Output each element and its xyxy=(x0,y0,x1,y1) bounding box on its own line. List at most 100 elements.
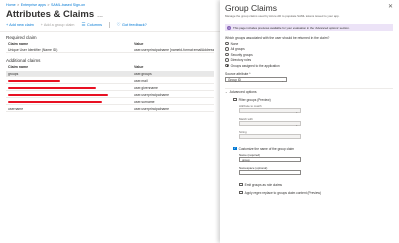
breadcrumb-separator: > xyxy=(17,3,20,7)
chevron-down-icon: ⌄ xyxy=(295,122,298,127)
redacted-claim-name xyxy=(8,86,96,90)
column-header-value: Value xyxy=(134,42,144,46)
radio-circle xyxy=(225,52,229,57)
source-attribute-label: Source attribute * xyxy=(225,72,251,76)
preview-banner-text: This page includes previews available fo… xyxy=(233,25,350,30)
column-header-claim-name: Claim name xyxy=(8,42,29,46)
group-claims-panel: Group Claims ✕ Manage the group claims u… xyxy=(220,0,399,243)
breadcrumb-home[interactable]: Home xyxy=(6,3,16,7)
radio-all-groups[interactable]: All groups xyxy=(225,47,245,52)
radio-circle xyxy=(225,41,229,46)
radio-label: Groups assigned to the application xyxy=(230,63,280,68)
checkbox-label: Customize the name of the group claim xyxy=(238,146,295,151)
claim-value: user.userprincipalname xyxy=(134,93,170,97)
namespace-input[interactable] xyxy=(239,170,301,175)
claim-name: username xyxy=(8,107,24,111)
checkbox-box xyxy=(239,182,243,187)
emit-role-claims-checkbox[interactable]: Emit groups as role claims xyxy=(239,182,282,187)
checkbox-checked: ✓ xyxy=(233,146,237,151)
attributes-claims-page: Home > Enterprise apps > SAML-based Sign-on … xyxy=(0,0,220,243)
add-group-claim-label: + Add a group claim xyxy=(40,23,75,27)
claim-name: Unique User Identifier (Name ID) xyxy=(8,48,58,52)
redacted-claim-name xyxy=(8,93,108,97)
radio-label: Directory roles xyxy=(230,58,252,62)
radio-label: All groups xyxy=(230,47,245,51)
radio-directory-roles[interactable]: Directory roles xyxy=(225,58,251,63)
table-row[interactable]: groups user.groups xyxy=(6,71,214,77)
add-new-claim-label: + Add new claim xyxy=(6,23,34,27)
add-new-claim-button[interactable]: + Add new claim xyxy=(6,23,34,27)
claim-value: user.givenname xyxy=(134,86,158,90)
redacted-claim-name xyxy=(8,79,60,83)
page-title-text: Attributes & Claims xyxy=(6,9,95,20)
checkbox-box xyxy=(233,97,237,102)
radio-circle-selected xyxy=(225,63,229,68)
customize-name-checkbox[interactable]: ✓ Customize the name of the group claim xyxy=(233,146,294,151)
additional-claims-header: Claim name Value xyxy=(6,64,214,70)
radio-circle xyxy=(225,47,229,51)
claim-name-input-value: group xyxy=(242,157,250,162)
checkbox-label: Filter groups (Preview) xyxy=(238,97,271,102)
table-row[interactable]: Unique User Identifier (Name ID) user.us… xyxy=(6,47,214,53)
checkbox-label: Apply regex replace to groups claim cont… xyxy=(244,190,321,195)
regex-replace-checkbox[interactable]: Apply regex replace to groups claim cont… xyxy=(239,190,321,195)
breadcrumb: Home > Enterprise apps > SAML-based Sign-on xyxy=(6,3,85,7)
table-row[interactable]: user.userprincipalname xyxy=(6,92,214,98)
feedback-label: Got feedback? xyxy=(122,23,147,27)
required-claim-heading: Required claim xyxy=(6,35,37,40)
chevron-down-icon: ⌄ xyxy=(225,90,228,94)
breadcrumb-enterprise-apps[interactable]: Enterprise apps xyxy=(21,3,46,7)
claim-value: user.surname xyxy=(134,100,155,104)
filter-groups-checkbox[interactable]: Filter groups (Preview) xyxy=(233,97,271,102)
table-row[interactable]: user.surname xyxy=(6,99,214,105)
preview-banner: i This page includes previews available … xyxy=(225,24,393,31)
string-input[interactable] xyxy=(239,134,301,139)
feedback-button[interactable]: ♡ Got feedback? xyxy=(116,21,147,28)
claim-value: user.userprincipalname [nameid-format:em… xyxy=(134,48,214,52)
attribute-to-match-dropdown[interactable]: ⌄ xyxy=(239,108,301,114)
groups-question: Which groups associated with the user sh… xyxy=(225,36,330,40)
redacted-claim-name xyxy=(8,100,102,104)
columns-label: Columns xyxy=(86,23,102,27)
radio-label: None xyxy=(230,41,239,46)
source-attribute-dropdown[interactable]: Group ID ⌄ xyxy=(225,77,287,83)
radio-security-groups[interactable]: Security groups xyxy=(225,52,253,57)
chevron-down-icon: ⌄ xyxy=(281,78,284,83)
chevron-down-icon: ⌄ xyxy=(295,109,298,114)
claim-name-input[interactable]: group xyxy=(239,157,301,162)
toolbar-divider-line xyxy=(0,31,220,32)
advanced-options-toggle[interactable]: ⌄ Advanced options xyxy=(225,90,257,94)
info-icon: i xyxy=(227,25,231,30)
advanced-divider xyxy=(225,88,393,89)
radio-groups-assigned[interactable]: Groups assigned to the application xyxy=(225,63,280,68)
feedback-icon: ♡ xyxy=(116,21,121,27)
advanced-options-label: Advanced options xyxy=(229,90,257,94)
checkbox-label: Emit groups as role claims xyxy=(244,182,282,187)
toolbar: + Add new claim + Add a group claim ☰ Co… xyxy=(6,21,216,29)
columns-button[interactable]: ☰ Columns xyxy=(81,21,102,28)
radio-none[interactable]: None xyxy=(225,41,238,46)
additional-claims-heading: Additional claims xyxy=(6,58,41,63)
table-row[interactable]: user.givenname xyxy=(6,85,214,91)
table-row[interactable]: username user.userprincipalname xyxy=(6,106,214,112)
columns-icon: ☰ xyxy=(81,21,86,27)
breadcrumb-saml[interactable]: SAML-based Sign-on xyxy=(51,3,85,7)
more-options-button[interactable]: ... xyxy=(97,12,103,19)
claim-value: user.userprincipalname xyxy=(134,107,170,111)
column-header-claim-name: Claim name xyxy=(8,65,29,69)
radio-circle xyxy=(225,58,229,62)
match-with-dropdown[interactable]: ⌄ xyxy=(239,121,301,127)
page-title: Attributes & Claims... xyxy=(6,9,103,20)
checkbox-box xyxy=(239,190,243,195)
claim-value: user.mail xyxy=(134,79,148,83)
panel-title: Group Claims xyxy=(225,3,277,13)
claim-value: user.groups xyxy=(134,72,152,76)
close-icon[interactable]: ✕ xyxy=(388,3,393,10)
source-attribute-value: Group ID xyxy=(228,77,241,82)
panel-description: Manage the group claims used by Azure AD… xyxy=(225,14,340,18)
add-group-claim-button[interactable]: + Add a group claim xyxy=(41,23,75,27)
breadcrumb-separator: > xyxy=(47,3,50,7)
column-header-value: Value xyxy=(134,65,144,69)
table-row[interactable]: user.mail xyxy=(6,78,214,84)
radio-label: Security groups xyxy=(230,52,253,57)
